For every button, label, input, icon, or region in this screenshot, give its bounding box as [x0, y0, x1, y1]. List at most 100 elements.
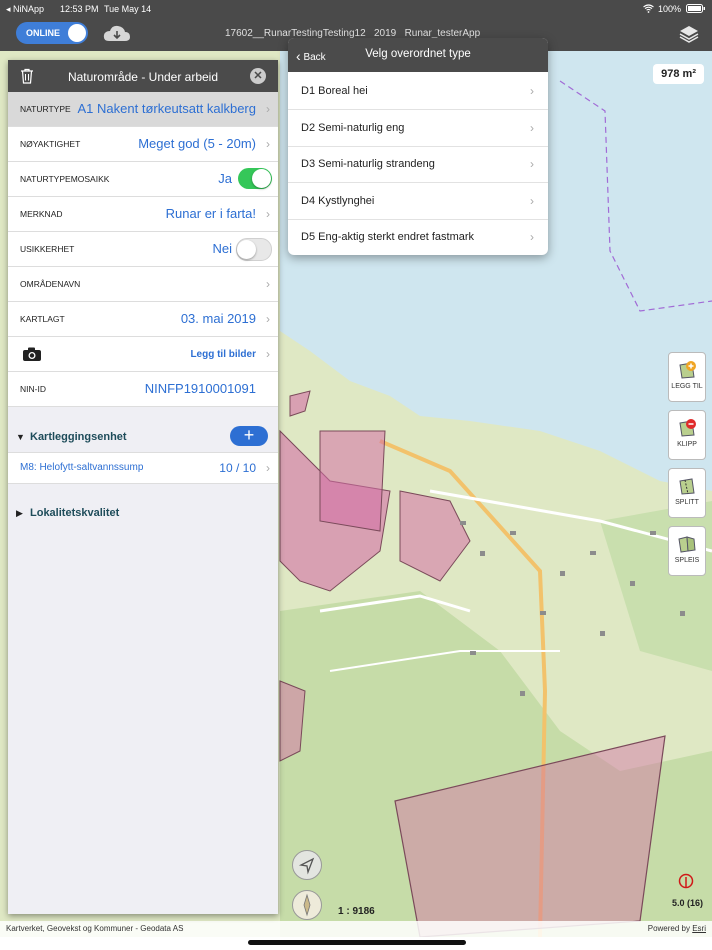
field-value: A1 Nakent tørkeutsatt kalkberg [77, 101, 256, 116]
type-option[interactable]: D4 Kystlynghei › [288, 183, 548, 220]
field-value: Ja [218, 171, 232, 186]
attribution-text: Kartverket, Geovekst og Kommuner - Geoda… [6, 924, 184, 933]
unit-name: M8: Helofytt-saltvannssump [20, 462, 144, 473]
split-polygon-icon [679, 478, 695, 495]
powered-by-text: Powered by [647, 924, 690, 933]
section-lokalitetskvalitet[interactable]: ▶ Lokalitetskvalitet [8, 498, 278, 528]
type-option-label: D4 Kystlynghei [301, 195, 375, 207]
unit-row[interactable]: M8: Helofytt-saltvannssump 10 / 10 › [8, 452, 278, 484]
field-label: OMRÅDENAVN [20, 279, 81, 289]
online-toggle[interactable]: ONLINE [16, 22, 88, 44]
usikkerhet-switch[interactable] [236, 238, 272, 261]
section-label: Lokalitetskvalitet [30, 507, 120, 519]
klipp-tool[interactable]: KLIPP [668, 410, 706, 460]
wifi-icon [643, 4, 654, 15]
field-value: Nei [212, 241, 232, 256]
popover-header: ‹ Back Velg overordnet type [288, 38, 548, 72]
status-app-back[interactable]: ◂ NiNApp [6, 4, 44, 15]
status-time: 12:53 PM [60, 4, 99, 14]
type-option[interactable]: D5 Eng-aktig sterkt endret fastmark › [288, 219, 548, 255]
add-photos-link: Legg til bilder [190, 349, 256, 360]
cut-polygon-icon [679, 419, 696, 437]
panel-title: Naturområde - Under arbeid [67, 70, 219, 84]
type-option-label: D2 Semi-naturlig eng [301, 122, 405, 134]
map-scale: 1 : 9186 [338, 906, 375, 917]
type-option-label: D3 Semi-naturlig strandeng [301, 158, 435, 170]
klipp-label: KLIPP [677, 441, 697, 448]
field-label: NATURTYPEMOSAIKK [20, 174, 110, 184]
add-unit-button[interactable]: + [230, 426, 268, 446]
camera-icon [23, 347, 41, 361]
field-merknad[interactable]: MERKNAD Runar er i farta! › [8, 197, 278, 232]
status-date: Tue May 14 [104, 4, 152, 14]
chevron-right-icon: › [530, 121, 534, 135]
chevron-right-icon: › [266, 312, 270, 326]
navigation-arrow-icon[interactable] [292, 850, 322, 880]
chevron-right-icon: › [530, 194, 534, 208]
field-naturtype[interactable]: NATURTYPE A1 Nakent tørkeutsatt kalkberg… [8, 92, 278, 127]
add-polygon-icon [679, 361, 696, 379]
home-indicator[interactable] [248, 940, 466, 945]
section-label: Kartleggingsenhet [30, 431, 127, 443]
field-noyaktighet[interactable]: NØYAKTIGHET Meget god (5 - 20m) › [8, 127, 278, 162]
type-option[interactable]: D2 Semi-naturlig eng › [288, 110, 548, 147]
panel-header: Naturområde - Under arbeid ✕ [8, 60, 278, 92]
chevron-right-icon: › [530, 157, 534, 171]
online-toggle-knob [68, 24, 86, 42]
area-measurement: 978 m² [653, 64, 704, 84]
compass-icon[interactable] [292, 890, 322, 920]
chevron-right-icon: › [266, 102, 270, 116]
field-value: NINFP1910001091 [144, 381, 256, 396]
field-label: USIKKERHET [20, 244, 75, 254]
type-option[interactable]: D3 Semi-naturlig strandeng › [288, 146, 548, 183]
field-label: KARTLAGT [20, 314, 65, 324]
splitt-tool[interactable]: SPLITT [668, 468, 706, 518]
chevron-right-icon: › [266, 137, 270, 151]
location-pin-icon [678, 873, 694, 893]
field-value: 03. mai 2019 [180, 311, 256, 326]
chevron-right-icon: › [530, 84, 534, 98]
chevron-right-icon: › [530, 230, 534, 244]
esri-link[interactable]: Esri [692, 924, 706, 933]
status-bar: ◂ NiNApp 12:53 PM Tue May 14 100% [0, 0, 712, 18]
layers-icon[interactable] [678, 23, 700, 45]
section-kartleggingsenhet[interactable]: ▼ Kartleggingsenhet + [8, 422, 278, 452]
chevron-right-icon: › [266, 207, 270, 221]
spleis-label: SPLEIS [674, 557, 700, 564]
type-option[interactable]: D1 Boreal hei › [288, 73, 548, 110]
close-icon[interactable]: ✕ [250, 68, 266, 84]
field-value: Runar er i farta! [165, 206, 256, 221]
field-label: NIN-ID [20, 384, 46, 394]
cloud-download-icon[interactable] [102, 22, 132, 46]
type-option-label: D5 Eng-aktig sterkt endret fastmark [301, 231, 475, 243]
field-kartlagt[interactable]: KARTLAGT 03. mai 2019 › [8, 302, 278, 337]
type-option-label: D1 Boreal hei [301, 85, 368, 97]
splitt-label: SPLITT [675, 499, 699, 506]
online-label: ONLINE [26, 28, 61, 38]
legg-til-tool[interactable]: LEGG TIL [668, 352, 706, 402]
battery-icon [686, 4, 706, 15]
field-value: Meget god (5 - 20m) [138, 136, 256, 151]
popover-title: Velg overordnet type [365, 48, 471, 60]
unit-count: 10 / 10 [219, 461, 256, 475]
map-attribution: Kartverket, Geovekst og Kommuner - Geoda… [0, 921, 712, 937]
field-usikkerhet: USIKKERHET Nei [8, 232, 278, 267]
merge-polygon-icon [678, 536, 696, 553]
naturomrade-panel: Naturområde - Under arbeid ✕ NATURTYPE A… [8, 60, 278, 914]
field-label: NATURTYPE [20, 104, 71, 114]
zoom-level: 5.0 (16) [672, 898, 704, 908]
chevron-right-icon: › [266, 347, 270, 361]
legg-til-label: LEGG TIL [671, 383, 703, 390]
field-omradenavn[interactable]: OMRÅDENAVN › [8, 267, 278, 302]
field-label: NØYAKTIGHET [20, 139, 81, 149]
field-naturtypemosaikk: NATURTYPEMOSAIKK Ja [8, 162, 278, 197]
battery-percent: 100% [658, 4, 682, 14]
chevron-right-icon: ▶ [16, 508, 23, 518]
field-nin-id: NIN-ID NINFP1910001091 [8, 372, 278, 407]
chevron-right-icon: › [266, 277, 270, 291]
type-selector-popover: ‹ Back Velg overordnet type D1 Boreal he… [288, 38, 548, 255]
chevron-down-icon: ▼ [16, 432, 25, 442]
mosaikk-switch[interactable] [238, 168, 272, 189]
spleis-tool[interactable]: SPLEIS [668, 526, 706, 576]
field-bilder[interactable]: Legg til bilder › [8, 337, 278, 372]
